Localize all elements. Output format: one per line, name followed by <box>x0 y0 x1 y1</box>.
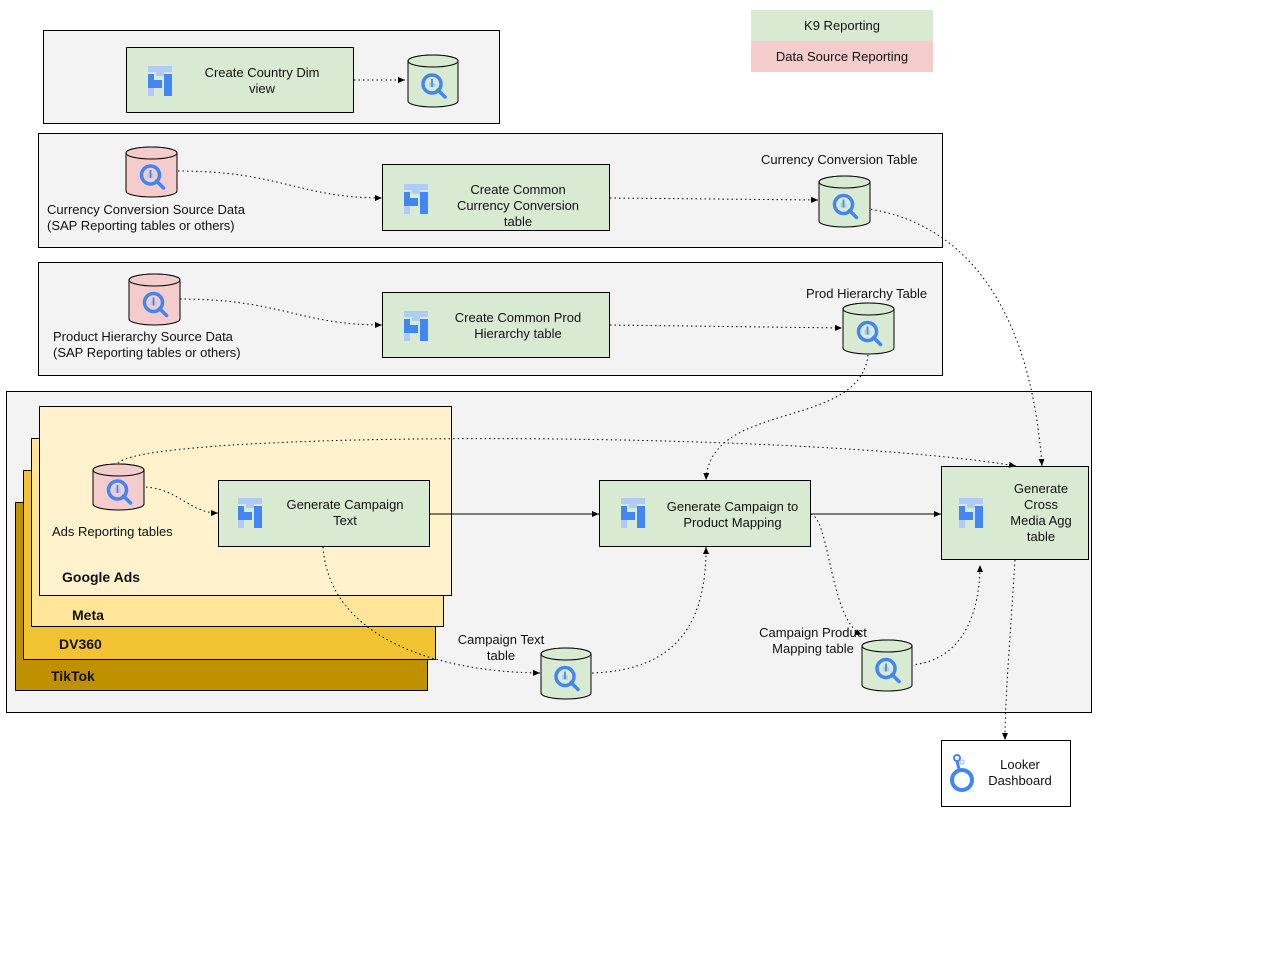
product-source-label-line1: Product Hierarchy Source Data <box>53 329 233 344</box>
dataform-icon <box>404 311 428 341</box>
legend-source-label: Data Source Reporting <box>775 49 909 64</box>
create-prod-hierarchy-label: Create Common Prod Hierarchy table <box>454 310 582 341</box>
ads-reporting-tables-label: Ads Reporting tables <box>52 524 173 539</box>
platform-label-meta: Meta <box>72 607 104 623</box>
campaign-text-table-label: Campaign Text table <box>457 632 545 663</box>
currency-source-label: Currency Conversion Source Data (SAP Rep… <box>47 202 267 234</box>
platform-label-dv360: DV360 <box>59 636 102 652</box>
generate-cross-media-label: Generate Cross Media Agg table <box>1010 481 1072 544</box>
dataform-icon <box>959 498 983 528</box>
platform-label-tiktok: TikTok <box>51 668 95 684</box>
looker-icon <box>950 754 974 792</box>
currency-source-label-line2: (SAP Reporting tables or others) <box>47 218 235 233</box>
dataform-icon <box>404 184 428 214</box>
legend-k9-reporting: K9 Reporting <box>751 10 933 41</box>
looker-dashboard-label: Looker Dashboard <box>988 757 1052 788</box>
dataform-icon <box>621 498 645 528</box>
generate-campaign-text-label: Generate Campaign Text <box>286 497 404 528</box>
prod-hierarchy-table-label: Prod Hierarchy Table <box>806 286 928 301</box>
dataform-icon <box>148 66 172 96</box>
generate-campaign-mapping-label: Generate Campaign to Product Mapping <box>666 499 799 530</box>
legend-k9-label: K9 Reporting <box>804 18 880 33</box>
currency-conversion-table-label: Currency Conversion Table <box>761 152 918 167</box>
create-currency-conversion-label: Create Common Currency Conversion table <box>456 182 580 229</box>
campaign-product-mapping-table-label: Campaign Product Mapping table <box>759 625 867 656</box>
create-country-dim-label: Create Country Dim view <box>204 65 320 96</box>
currency-source-label-line1: Currency Conversion Source Data <box>47 202 245 217</box>
product-source-label: Product Hierarchy Source Data (SAP Repor… <box>53 329 273 361</box>
platform-label-google-ads: Google Ads <box>62 569 141 585</box>
product-source-label-line2: (SAP Reporting tables or others) <box>53 345 241 360</box>
dataform-icon <box>238 498 262 528</box>
legend-data-source-reporting: Data Source Reporting <box>751 41 933 72</box>
